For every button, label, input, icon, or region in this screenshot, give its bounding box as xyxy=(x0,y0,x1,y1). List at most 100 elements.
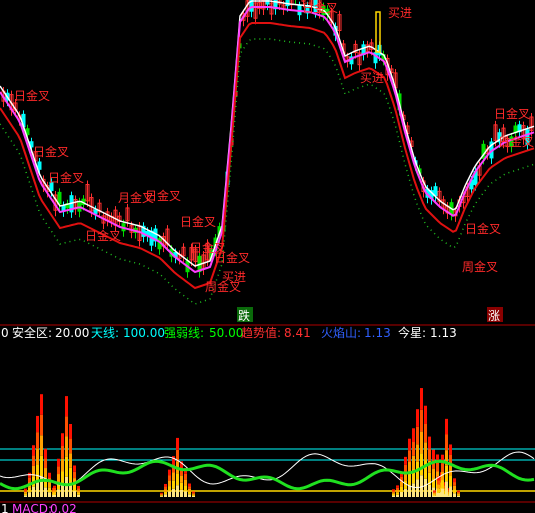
flame-bar xyxy=(184,485,187,492)
flame-bar xyxy=(404,456,407,465)
flame-bar xyxy=(184,479,187,486)
trend-value-value: 8.41 xyxy=(284,326,311,340)
flame-bar xyxy=(457,490,460,492)
signal-label: 日金叉 xyxy=(494,106,530,121)
flame-bar xyxy=(180,475,183,483)
flame-bar xyxy=(408,485,411,497)
safe-zone-label: 安全区: xyxy=(12,325,52,340)
stock-chart-canvas: 日金叉日金叉日金叉月金叉日金叉日金叉日金叉日金叉买进周金叉日金叉日金叉日金叉日金… xyxy=(0,0,535,513)
flame-bar xyxy=(73,484,76,491)
flame-bar xyxy=(77,488,80,491)
flame-bar xyxy=(53,485,56,488)
macd-header: 1 MACD: 0.02 xyxy=(1,502,77,513)
flame-bar xyxy=(69,453,72,468)
flame-bar xyxy=(168,486,171,492)
flame-bar xyxy=(433,491,436,494)
flame-bar xyxy=(164,489,167,492)
flame-bar xyxy=(457,491,460,494)
flame-bar xyxy=(424,423,427,443)
flame-bar xyxy=(180,489,183,497)
macd-value: 0.02 xyxy=(50,502,77,513)
signal-label: 日金叉 xyxy=(498,134,534,149)
flame-bar xyxy=(176,473,179,486)
flame-bar xyxy=(36,464,39,481)
flame-bar xyxy=(176,437,179,450)
flame-bar xyxy=(192,495,195,497)
flame-bar xyxy=(176,485,179,497)
flame-bar xyxy=(184,491,187,497)
flame-bar xyxy=(412,428,415,443)
flame-bar xyxy=(424,478,427,497)
flame-bar xyxy=(53,492,56,495)
flame-bar xyxy=(445,418,448,435)
flame-bar xyxy=(65,476,68,497)
trend-value-label: 趋势值: xyxy=(241,325,281,340)
flame-bar xyxy=(160,496,163,497)
flame-bar xyxy=(432,449,435,460)
flame-bar xyxy=(416,409,419,427)
signal-label: 买进 xyxy=(360,71,384,85)
flame-bar xyxy=(449,475,452,487)
flame-bar xyxy=(404,488,407,497)
indicator-header: 0 安全区: 20.00 天线: 100.00 强弱线: 50.00 趋势值: … xyxy=(1,325,457,340)
flame-bar xyxy=(188,491,191,495)
flame-bar xyxy=(449,444,452,455)
flame-bar xyxy=(65,416,68,437)
flame-bar xyxy=(392,492,395,494)
flame-bar xyxy=(57,458,60,467)
flame-bar xyxy=(44,458,47,469)
flame-bar xyxy=(192,493,195,495)
flame-bar xyxy=(36,415,39,433)
flame-bar xyxy=(69,424,72,439)
flame-bar xyxy=(433,493,436,495)
flame-bar xyxy=(396,494,399,497)
flame-bar xyxy=(404,480,407,489)
flame-bar xyxy=(36,480,39,497)
flame-bar xyxy=(416,479,419,497)
flame-bar xyxy=(53,487,56,491)
flame-bar xyxy=(400,491,403,497)
flame-bar xyxy=(416,444,419,462)
flame-bar xyxy=(457,493,460,495)
flame-bar xyxy=(188,494,191,497)
up-badge-label: 涨 xyxy=(488,308,500,323)
flame-bar xyxy=(396,492,399,495)
flame-bar xyxy=(172,472,175,481)
flame-bar xyxy=(160,493,163,495)
flame-bar xyxy=(184,473,187,480)
flame-bar xyxy=(449,486,452,497)
flame-bar xyxy=(180,482,183,490)
flame-bar xyxy=(453,493,456,497)
flame-bar xyxy=(73,465,76,472)
flame-bar xyxy=(24,491,27,494)
flame-bar xyxy=(32,445,35,456)
candle-body xyxy=(77,201,82,212)
flame-bar xyxy=(44,468,47,478)
flame-bar xyxy=(188,488,191,492)
flame-bar xyxy=(40,414,43,436)
flame-bar xyxy=(77,494,80,497)
flame-bar xyxy=(73,490,76,497)
flame-bar xyxy=(172,456,175,465)
flame-bar xyxy=(420,388,423,410)
signal-label: 日金叉 xyxy=(145,188,181,203)
flame-bar xyxy=(192,491,195,493)
flame-bar xyxy=(160,492,163,494)
flame-bar xyxy=(420,431,423,454)
flame-bar xyxy=(396,485,399,488)
flame-bar xyxy=(453,478,456,483)
flame-bar xyxy=(453,482,456,486)
flame-bar xyxy=(61,433,64,446)
flame-bar xyxy=(48,487,51,493)
flame-bar xyxy=(168,469,171,476)
flame-bar xyxy=(53,490,56,493)
flame-bar xyxy=(48,472,51,478)
flame-bar xyxy=(164,483,167,487)
flame-bar xyxy=(32,486,35,497)
flame-bar xyxy=(69,467,72,483)
ma-white-line xyxy=(0,0,535,267)
flame-bar xyxy=(57,489,60,497)
flame-bar xyxy=(164,494,167,497)
signal-label: 日金叉 xyxy=(180,214,216,229)
flame-bar xyxy=(432,468,435,479)
